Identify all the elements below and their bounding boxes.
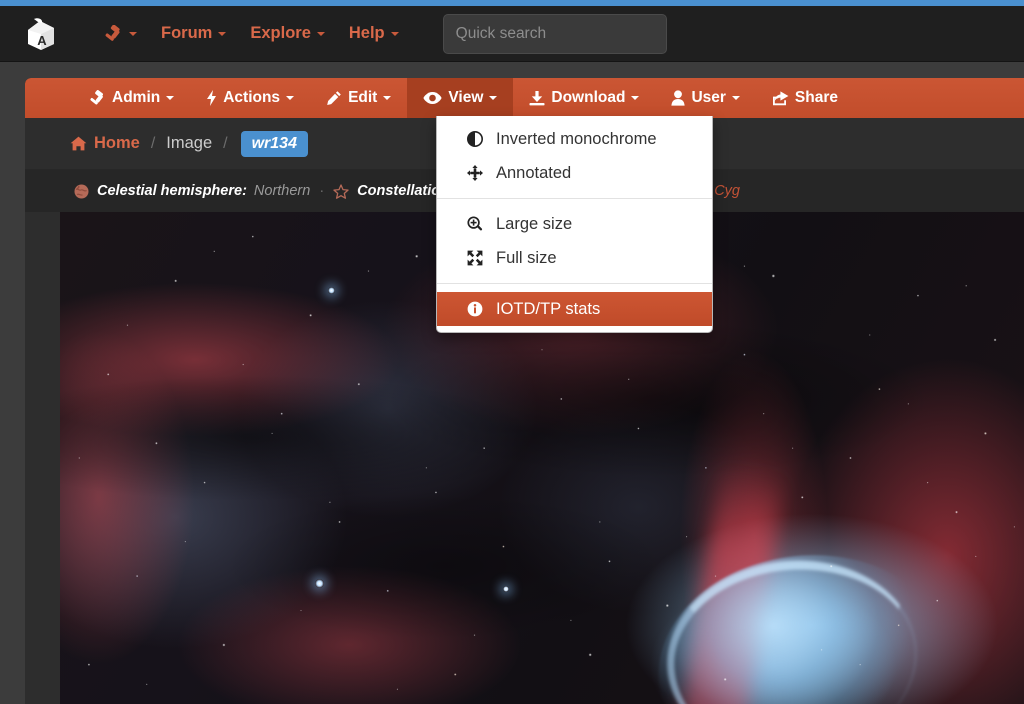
pencil-icon [326, 90, 342, 106]
menu-item-label: Full size [496, 248, 557, 267]
chevron-down-icon [129, 31, 137, 36]
menu-item-label: Inverted monochrome [496, 129, 657, 148]
toolbar-item-view[interactable]: View [407, 78, 514, 118]
nav-item-label: Explore [250, 24, 311, 42]
nav-item-label: Help [348, 24, 385, 42]
gavel-icon [89, 90, 106, 106]
nav-item-label: Forum [161, 24, 213, 42]
toolbar-item-share[interactable]: Share [756, 78, 854, 118]
star-outline-icon [333, 183, 349, 199]
nav-item-help[interactable]: Help [349, 24, 399, 43]
download-icon [529, 90, 545, 106]
nav-item-explore[interactable]: Explore [250, 24, 325, 43]
menu-item-inverted-monochrome[interactable]: Inverted monochrome [437, 122, 712, 156]
expand-icon [467, 250, 489, 266]
menu-item-label: IOTD/TP stats [496, 299, 601, 318]
menu-item-full-size[interactable]: Full size [437, 241, 712, 275]
menu-divider [437, 198, 712, 199]
toolbar-item-download[interactable]: Download [513, 78, 655, 118]
search-input[interactable] [442, 13, 667, 54]
chevron-down-icon [631, 96, 640, 100]
toolbar-item-edit[interactable]: Edit [310, 78, 407, 118]
breadcrumb-home-label: Home [94, 134, 140, 152]
home-icon [70, 136, 87, 151]
menu-item-annotated[interactable]: Annotated [437, 156, 712, 190]
gavel-icon [104, 25, 123, 42]
toolbar-item-actions[interactable]: Actions [190, 78, 310, 118]
toolbar-item-label: View [448, 89, 484, 106]
chevron-down-icon [166, 96, 175, 100]
menu-item-large-size[interactable]: Large size [437, 207, 712, 241]
chevron-down-icon [489, 96, 498, 100]
breadcrumb-home-link[interactable]: Home [70, 134, 140, 153]
toolbar-item-admin[interactable]: Admin [73, 78, 190, 118]
page-root: A Forum Explore Help Quick search Admin … [0, 0, 1024, 704]
menu-divider [437, 283, 712, 284]
menu-bottom-padding [437, 326, 712, 332]
eye-icon [423, 91, 442, 105]
arrows-move-icon [467, 165, 489, 181]
chevron-down-icon [731, 96, 740, 100]
meta-hemisphere-value: Northern [253, 183, 311, 199]
image-action-toolbar: Admin Actions Edit View Download User Sh… [25, 78, 1024, 118]
svg-text:A: A [37, 33, 47, 48]
menu-item-label: Annotated [496, 163, 572, 182]
chevron-down-icon [218, 31, 227, 36]
bright-star [327, 286, 335, 294]
info-circle-icon [467, 301, 489, 317]
share-icon [772, 90, 789, 106]
bolt-icon [206, 90, 217, 106]
chevron-down-icon [286, 96, 295, 100]
breadcrumb-separator: / [150, 134, 156, 152]
breadcrumb-separator: / [223, 134, 228, 152]
nav-item-admin-gavel[interactable] [104, 25, 137, 42]
chevron-down-icon [390, 31, 399, 36]
menu-item-label: Large size [496, 214, 573, 233]
menu-item-iotd-tp-stats[interactable]: IOTD/TP stats [437, 292, 712, 326]
toolbar-item-label: Share [794, 89, 839, 106]
top-navbar: A Forum Explore Help Quick search [0, 6, 1024, 62]
toolbar-item-label: Actions [223, 89, 281, 106]
toolbar-item-label: Download [551, 89, 626, 106]
astrobin-logo-icon[interactable]: A [18, 14, 64, 54]
toolbar-item-user[interactable]: User [655, 78, 755, 118]
chevron-down-icon [316, 31, 325, 36]
chevron-down-icon [383, 96, 392, 100]
breadcrumb-section: Image [166, 134, 213, 152]
toolbar-item-label: Admin [112, 89, 161, 106]
meta-separator-dot: · [319, 183, 325, 199]
user-icon [671, 90, 686, 106]
zoom-in-icon [467, 216, 489, 232]
nav-item-forum[interactable]: Forum [161, 24, 227, 43]
breadcrumb-current-tag[interactable]: wr134 [240, 130, 308, 157]
bright-star [315, 578, 325, 588]
toolbar-item-label: Edit [348, 89, 378, 106]
view-dropdown-menu: Inverted monochrome Annotated Large size… [436, 116, 713, 333]
meta-hemisphere-label: Celestial hemisphere: [97, 183, 247, 199]
globe-icon [74, 184, 89, 199]
toolbar-item-label: User [691, 89, 726, 106]
contrast-icon [467, 131, 489, 147]
